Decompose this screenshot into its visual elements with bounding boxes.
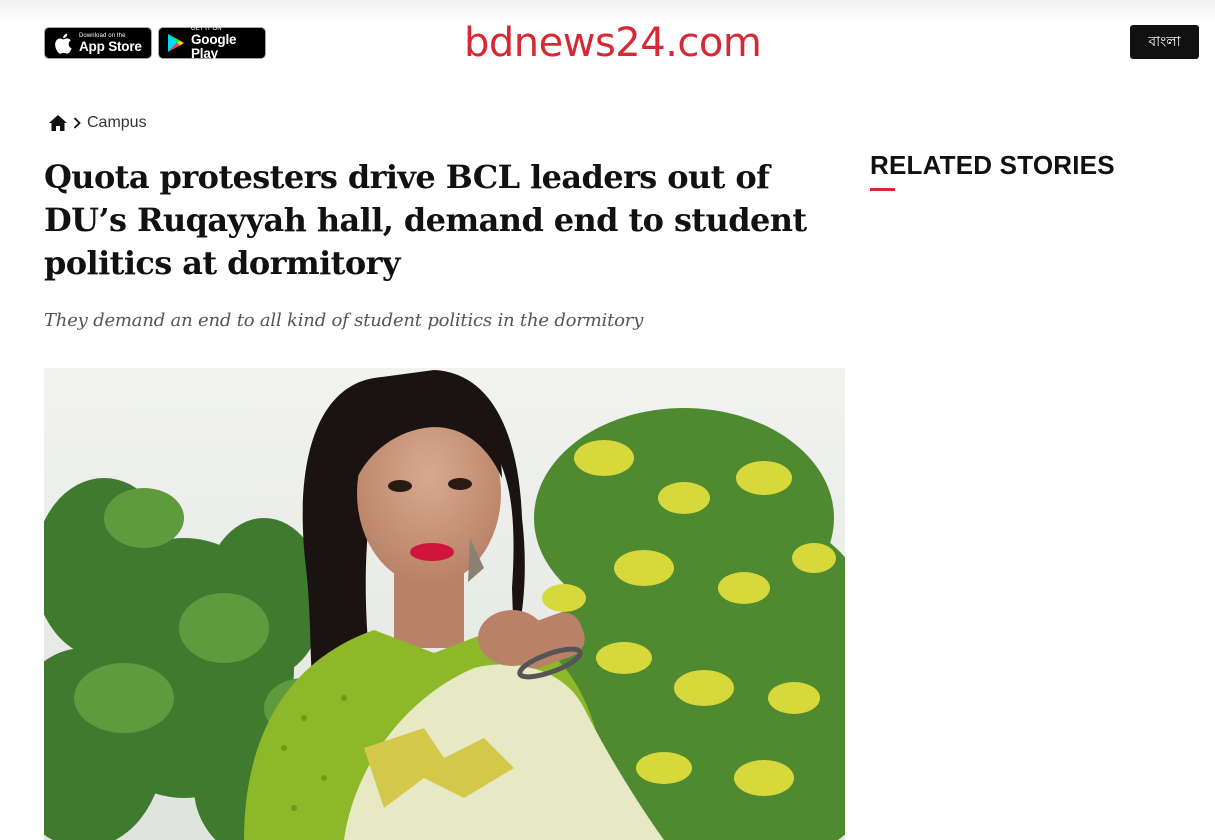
app-store-big-text: App Store	[79, 38, 142, 54]
google-play-icon	[167, 32, 185, 54]
apple-icon	[53, 32, 73, 54]
article-subheadline: They demand an end to all kind of studen…	[44, 310, 644, 331]
top-header: Download on the App Store GET IT ON Goog…	[0, 0, 1215, 90]
language-toggle-button[interactable]: বাংলা	[1130, 25, 1199, 59]
article-hero-image	[44, 368, 845, 840]
google-play-badge[interactable]: GET IT ON Google Play	[158, 26, 266, 61]
google-play-big-text: Google Play	[191, 32, 237, 61]
app-store-small-text: Download on the	[79, 32, 126, 39]
breadcrumb-section-link[interactable]: Campus	[87, 114, 147, 132]
site-logo[interactable]: bdnews24.com	[464, 18, 784, 68]
article-headline: Quota protesters drive BCL leaders out o…	[44, 158, 807, 282]
app-store-badge[interactable]: Download on the App Store	[44, 27, 152, 59]
breadcrumb: Campus	[48, 111, 147, 135]
related-stories-underline	[870, 188, 895, 191]
home-icon[interactable]	[48, 113, 70, 133]
chevron-right-icon	[73, 116, 83, 130]
related-stories-heading: RELATED STORIES	[870, 150, 1115, 180]
